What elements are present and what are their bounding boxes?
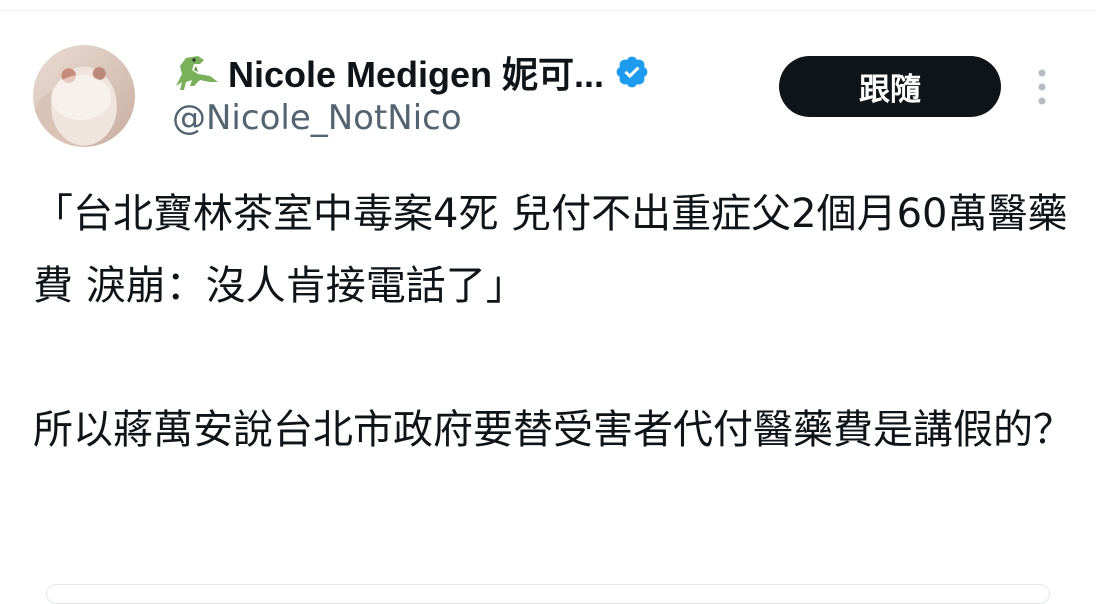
t-rex-emoji-icon	[176, 56, 218, 90]
verified-badge-icon	[616, 56, 648, 88]
author-handle[interactable]: @Nicole_NotNico	[172, 98, 462, 138]
tweet-paragraph-1: 「台北寶林茶室中毒案4死 兒付不出重症父2個月60萬醫藥費 淚崩：沒人肯接電話了…	[33, 191, 1068, 309]
top-divider	[0, 10, 1096, 11]
embedded-card-edge[interactable]	[46, 584, 1050, 604]
author-name-row[interactable]: Nicole Medigen 妮可...	[170, 52, 650, 95]
author-avatar[interactable]	[33, 45, 135, 147]
author-display-name: Nicole Medigen 妮可...	[228, 54, 605, 95]
follow-button[interactable]: 跟隨	[779, 56, 1001, 117]
tweet-text: 「台北寶林茶室中毒案4死 兒付不出重症父2個月60萬醫藥費 淚崩：沒人肯接電話了…	[33, 178, 1073, 466]
tweet-paragraph-2: 所以蔣萬安說台北市政府要替受害者代付醫藥費是講假的？	[33, 407, 1073, 453]
more-vertical-icon[interactable]	[1032, 67, 1052, 107]
